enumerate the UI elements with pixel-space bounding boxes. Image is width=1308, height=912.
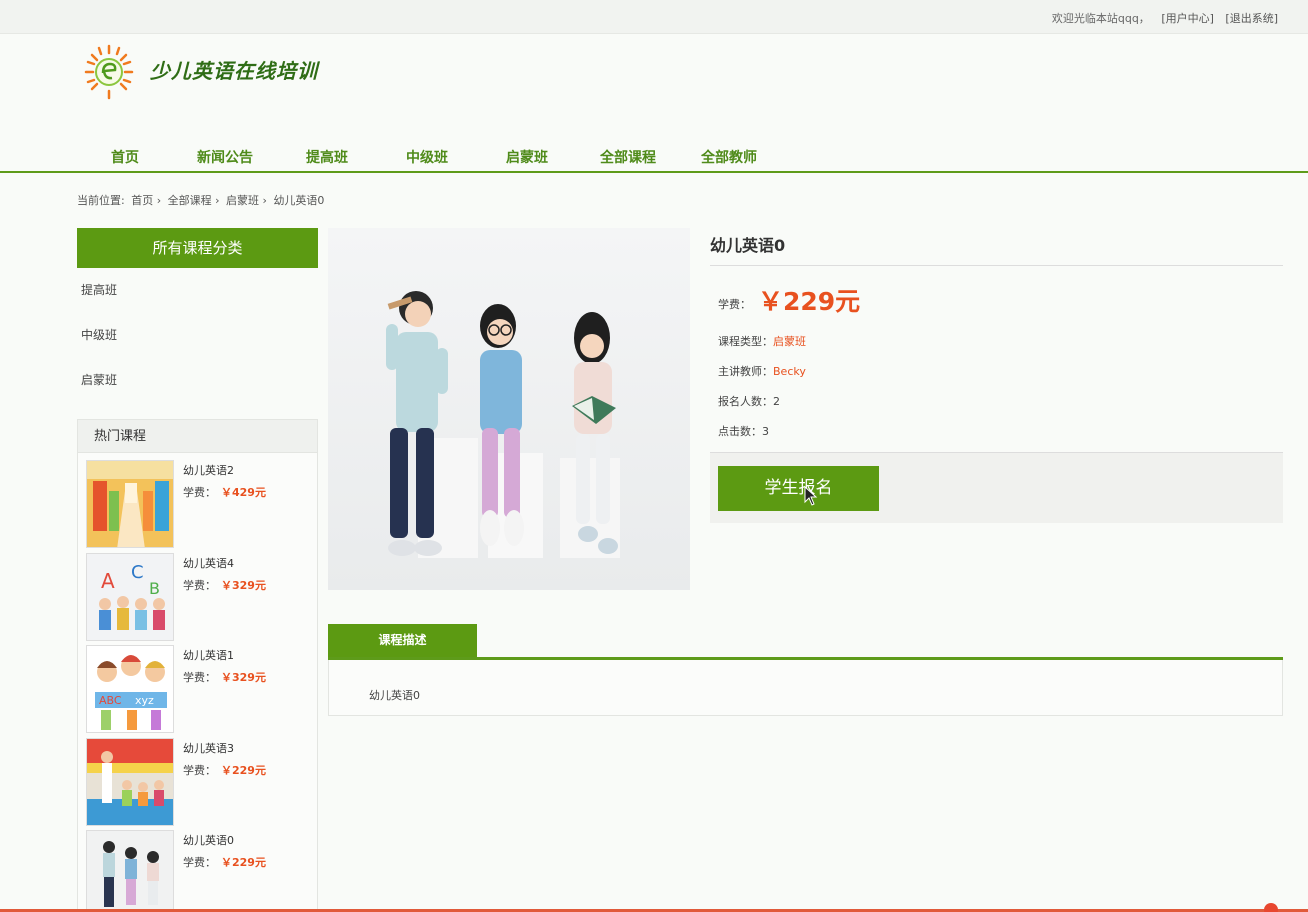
nav-advanced[interactable]: 提高班 [306, 147, 348, 167]
hot-course-item[interactable]: ABC xyz 幼儿英语1 学费： ￥329元 [86, 645, 316, 733]
nav-intermediate[interactable]: 中级班 [406, 147, 448, 167]
top-bar: 欢迎光临本站qqq， [用户中心] [退出系统] [0, 0, 1308, 34]
hot-course-name[interactable]: 幼儿英语2 [183, 462, 234, 478]
category-item-intermediate[interactable]: 中级班 [77, 313, 318, 358]
description-text: 幼儿英语0 [369, 689, 420, 702]
breadcrumb-current: 幼儿英语0 [273, 194, 325, 207]
hot-course-name[interactable]: 幼儿英语3 [183, 740, 234, 756]
breadcrumb-prefix: 当前位置: [77, 194, 125, 207]
hot-course-price: ￥229元 [221, 764, 266, 777]
hot-course-name[interactable]: 幼儿英语1 [183, 647, 234, 663]
category-sidebar: 所有课程分类 提高班 中级班 启蒙班 [77, 228, 318, 403]
title-divider [710, 265, 1283, 266]
hot-course-item[interactable]: 幼儿英语3 学费： ￥229元 [86, 738, 316, 826]
fee-label: 学费： [718, 298, 751, 311]
hot-course-price: ￥429元 [221, 486, 266, 499]
hot-course-thumbnail[interactable]: A C B [86, 553, 174, 641]
svg-text:ABC: ABC [99, 694, 122, 707]
hot-course-thumbnail[interactable]: ABC xyz [86, 645, 174, 733]
hot-course-thumbnail[interactable] [86, 460, 174, 548]
user-links: 欢迎光临本站qqq， [用户中心] [退出系统] [1044, 10, 1278, 26]
teacher-label: 主讲教师： [718, 365, 773, 378]
course-type-label: 课程类型： [718, 335, 773, 348]
hot-course-name[interactable]: 幼儿英语0 [183, 832, 234, 848]
mouse-cursor-icon [804, 485, 818, 506]
enrolled-row: 报名人数：2 [718, 393, 780, 409]
hot-course-thumbnail[interactable] [86, 830, 174, 912]
hot-course-item[interactable]: 幼儿英语0 学费： ￥229元 [86, 830, 316, 912]
svg-text:xyz: xyz [135, 694, 154, 707]
main-nav: 首页 新闻公告 提高班 中级班 启蒙班 全部课程 全部教师 [0, 140, 1308, 173]
breadcrumb-home[interactable]: 首页 › [131, 194, 161, 207]
breadcrumb-beginner[interactable]: 启蒙班 › [226, 194, 267, 207]
record-indicator-icon [1264, 903, 1278, 912]
course-tabs: 课程描述 [328, 624, 1283, 660]
hot-course-price-label: 学费： [183, 486, 216, 499]
hot-course-price-label: 学费： [183, 579, 216, 592]
site-logo-icon[interactable] [84, 44, 134, 100]
site-title: 少儿英语在线培训 [150, 59, 318, 83]
hot-course-price: ￥229元 [221, 856, 266, 869]
user-center-link[interactable]: [用户中心] [1161, 12, 1214, 25]
svg-text:C: C [131, 562, 144, 583]
course-title: 幼儿英语0 [710, 236, 786, 255]
enrolled-count: 2 [773, 395, 780, 408]
hot-course-price: ￥329元 [221, 579, 266, 592]
hot-course-price-label: 学费： [183, 671, 216, 684]
hot-course-item[interactable]: A C B 幼儿英语4 学费： ￥329元 [86, 553, 316, 641]
svg-text:A: A [101, 569, 115, 593]
hot-course-item[interactable]: 幼儿英语2 学费： ￥429元 [86, 460, 316, 548]
teacher-row: 主讲教师：Becky [718, 363, 806, 379]
course-type-link[interactable]: 启蒙班 [773, 335, 806, 348]
nav-beginner[interactable]: 启蒙班 [506, 147, 548, 167]
clicks-label: 点击数： [718, 425, 762, 438]
svg-text:B: B [149, 579, 160, 598]
hot-course-price-label: 学费： [183, 764, 216, 777]
student-enroll-button[interactable]: 学生报名 [718, 466, 879, 511]
enrolled-label: 报名人数： [718, 395, 773, 408]
hot-course-thumbnail[interactable] [86, 738, 174, 826]
clicks-row: 点击数：3 [718, 423, 769, 439]
nav-all-courses[interactable]: 全部课程 [600, 147, 656, 167]
logout-link[interactable]: [退出系统] [1225, 12, 1278, 25]
teacher-link[interactable]: Becky [773, 365, 806, 378]
nav-all-teachers[interactable]: 全部教师 [701, 147, 757, 167]
welcome-text: 欢迎光临本站qqq， [1051, 12, 1150, 25]
category-item-beginner[interactable]: 启蒙班 [77, 358, 318, 403]
hot-courses-panel: 热门课程 幼儿英语2 学费： ￥429元 A C B 幼儿英语4 学费： ￥32… [77, 419, 318, 912]
nav-news[interactable]: 新闻公告 [197, 147, 253, 167]
hot-courses-header: 热门课程 [78, 420, 317, 453]
nav-home[interactable]: 首页 [111, 147, 139, 167]
course-type-row: 课程类型：启蒙班 [718, 333, 806, 349]
tab-course-description[interactable]: 课程描述 [328, 624, 477, 657]
hot-course-price: ￥329元 [221, 671, 266, 684]
breadcrumb-all-courses[interactable]: 全部课程 › [168, 194, 220, 207]
category-item-advanced[interactable]: 提高班 [77, 268, 318, 313]
enroll-area: 学生报名 [710, 452, 1283, 523]
hot-course-name[interactable]: 幼儿英语4 [183, 555, 234, 571]
hot-course-price-label: 学费： [183, 856, 216, 869]
breadcrumb: 当前位置: 首页 › 全部课程 › 启蒙班 › 幼儿英语0 [77, 192, 327, 208]
clicks-count: 3 [762, 425, 769, 438]
course-main-image [328, 228, 690, 590]
course-fee: ￥229元 [758, 287, 861, 316]
description-panel: 幼儿英语0 [328, 660, 1283, 716]
category-header: 所有课程分类 [77, 228, 318, 268]
